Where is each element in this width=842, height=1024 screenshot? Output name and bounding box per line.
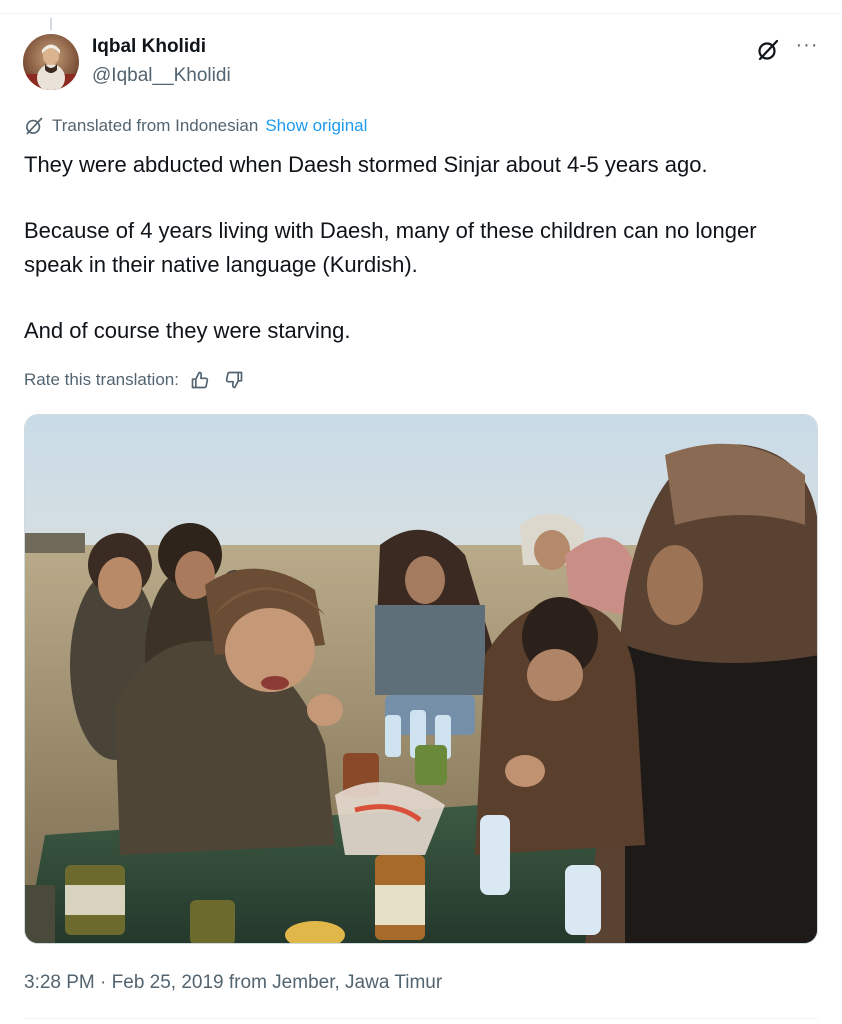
more-icon: ··· [795, 34, 819, 56]
translation-label: Translated from Indonesian [52, 116, 259, 135]
top-divider [0, 0, 842, 14]
show-original-link[interactable]: Show original [265, 116, 367, 136]
tweet-photo[interactable] [24, 414, 818, 944]
tweet-paragraph: Because of 4 years living with Daesh, ma… [24, 218, 757, 277]
thumb-up-icon [191, 371, 209, 389]
bottom-divider [24, 1018, 818, 1019]
tweet-paragraph: And of course they were starving. [24, 318, 351, 343]
rate-translation: Rate this translation: [24, 368, 247, 392]
thumb-down-icon [225, 371, 243, 389]
more-button[interactable]: ··· [792, 34, 822, 62]
tweet-paragraph: They were abducted when Daesh stormed Si… [24, 152, 708, 177]
thumb-up-button[interactable] [187, 368, 213, 392]
translate-icon [24, 116, 44, 136]
translation-notice: Translated from Indonesian Show original [24, 115, 367, 137]
avatar[interactable] [23, 34, 79, 90]
avatar-image [23, 34, 79, 90]
thread-line [50, 18, 52, 30]
thumb-down-button[interactable] [221, 368, 247, 392]
author-display-name[interactable]: Iqbal Kholidi [92, 36, 206, 58]
tweet-timestamp[interactable]: 3:28 PM · Feb 25, 2019 from Jember, Jawa… [24, 972, 442, 994]
photo-image [25, 415, 817, 943]
grok-icon [758, 39, 779, 61]
rate-translation-label: Rate this translation: [24, 370, 179, 389]
grok-button[interactable] [754, 36, 782, 64]
tweet-text: They were abducted when Daesh stormed Si… [24, 148, 814, 348]
author-handle[interactable]: @Iqbal__Kholidi [92, 65, 231, 87]
